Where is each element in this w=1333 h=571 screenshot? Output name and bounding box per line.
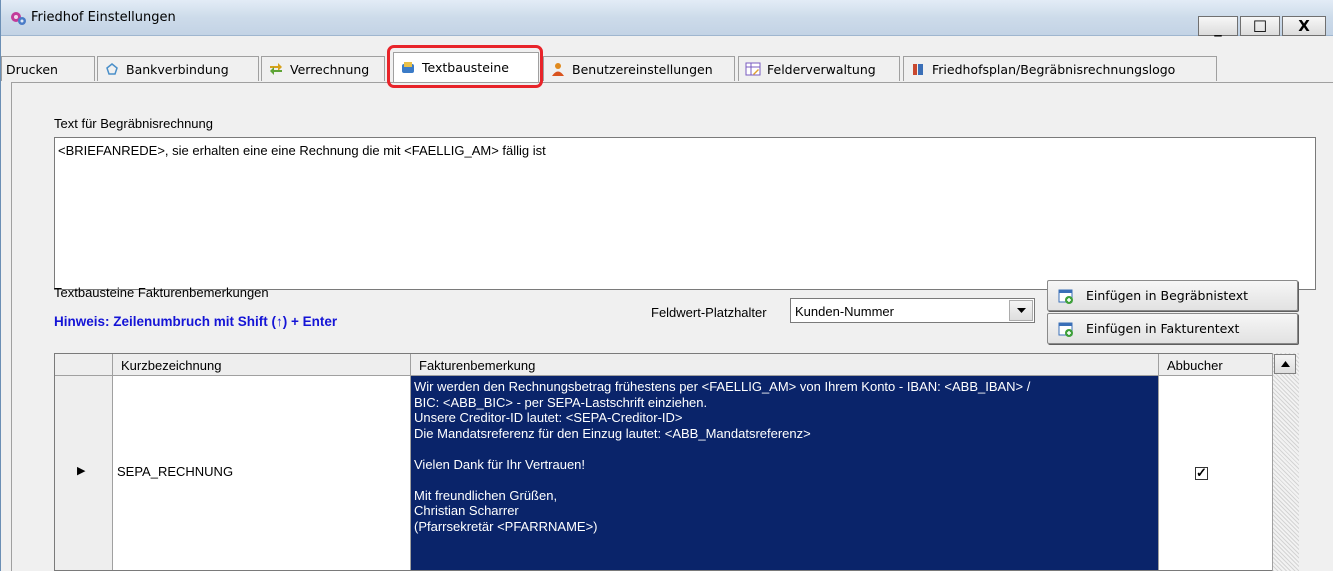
- insert-icon: [1058, 322, 1073, 337]
- arrows-icon: [270, 63, 282, 75]
- tab-highlight-marker: [387, 45, 543, 88]
- remark-line: BIC: <ABB_BIC> - per SEPA-Lastschrift ei…: [414, 394, 708, 410]
- tab-verrechnung[interactable]: Verrechnung: [261, 56, 385, 81]
- settings-window: Friedhof Einstellungen _ ☐ X Drucken Ban…: [0, 0, 1333, 571]
- current-row-indicator-icon: ▶: [77, 465, 86, 477]
- tab-benutzereinstellungen[interactable]: Benutzereinstellungen: [543, 56, 735, 81]
- fields-icon: [745, 62, 761, 76]
- gears-icon: [11, 12, 26, 25]
- cell-kurzbezeichnung[interactable]: SEPA_RECHNUNG: [113, 376, 411, 570]
- remark-line: Mit freundlichen Grüßen,: [414, 487, 558, 503]
- grid-vertical-scrollbar[interactable]: [1272, 353, 1299, 571]
- remark-line: Christian Scharrer: [414, 503, 519, 518]
- remark-line: Vielen Dank für Ihr Vertrauen!: [414, 456, 586, 472]
- insert-icon: [1058, 289, 1073, 304]
- remark-line: Unsere Creditor-ID lautet: <SEPA-Credito…: [414, 410, 683, 425]
- user-icon: [552, 63, 564, 76]
- column-header-abbucher[interactable]: Abbucher: [1159, 354, 1273, 376]
- cell-kurzbezeichnung-value: SEPA_RECHNUNG: [117, 464, 234, 479]
- remark-line: Wir werden den Rechnungsbetrag frühesten…: [414, 379, 1031, 394]
- cell-abbucher: [1159, 376, 1273, 570]
- scroll-up-arrow-icon[interactable]: [1274, 354, 1296, 374]
- insert-invoice-text-button[interactable]: Einfügen in Fakturentext: [1047, 313, 1298, 344]
- placeholder-select-value: Kunden-Nummer: [795, 304, 894, 319]
- placeholder-label: Feldwert-Platzhalter: [651, 305, 767, 320]
- remark-line: [414, 472, 1158, 488]
- burial-text-value: <BRIEFANREDE>, sie erhalten eine eine Re…: [58, 143, 546, 158]
- remark-line: (Pfarrsekretär <PFARRNAME>): [414, 518, 598, 534]
- column-header-fakturenbemerkung[interactable]: Fakturenbemerkung: [411, 354, 1159, 376]
- window-title: Friedhof Einstellungen: [31, 10, 176, 25]
- abbucher-checkbox[interactable]: ✓: [1195, 465, 1208, 480]
- tab-bankverbindung[interactable]: Bankverbindung: [97, 56, 259, 81]
- minimize-button[interactable]: _: [1198, 16, 1238, 37]
- column-header-kurzbezeichnung[interactable]: Kurzbezeichnung: [113, 354, 411, 376]
- maximize-button[interactable]: ☐: [1240, 16, 1280, 36]
- line-break-hint: Hinweis: Zeilenumbruch mit Shift (↑) + E…: [54, 314, 338, 329]
- remark-line: [414, 441, 1158, 457]
- plan-icon: [913, 64, 923, 75]
- tab-felderverwaltung[interactable]: Felderverwaltung: [738, 56, 900, 81]
- row-header[interactable]: ▶: [55, 376, 113, 570]
- insert-burial-text-button[interactable]: Einfügen in Begräbnistext: [1047, 280, 1298, 311]
- placeholder-select[interactable]: Kunden-Nummer: [790, 298, 1035, 323]
- burial-text-input[interactable]: <BRIEFANREDE>, sie erhalten eine eine Re…: [54, 137, 1316, 290]
- tab-friedhofsplan[interactable]: Friedhofsplan/Begräbnisrechnungslogo: [903, 56, 1217, 81]
- remarks-grid[interactable]: Kurzbezeichnung Fakturenbemerkung Abbuch…: [54, 353, 1299, 571]
- remarks-label: Textbausteine Fakturenbemerkungen: [54, 285, 269, 300]
- cell-fakturenbemerkung[interactable]: Wir werden den Rechnungsbetrag frühesten…: [411, 376, 1159, 570]
- tab-drucken[interactable]: Drucken: [1, 56, 95, 81]
- remark-line: Die Mandatsreferenz für den Einzug laute…: [414, 425, 811, 441]
- close-button[interactable]: X: [1282, 16, 1326, 36]
- check-mark-icon: ✓: [1196, 465, 1207, 480]
- bank-icon: [106, 63, 118, 75]
- chevron-down-icon[interactable]: [1009, 300, 1033, 321]
- row-header-corner: [55, 354, 113, 376]
- tab-strip: Drucken Bankverbindung Verrechnung Textb…: [1, 52, 1333, 82]
- burial-text-label: Text für Begräbnisrechnung: [54, 116, 213, 131]
- title-bar[interactable]: Friedhof Einstellungen _ ☐ X: [1, 0, 1333, 37]
